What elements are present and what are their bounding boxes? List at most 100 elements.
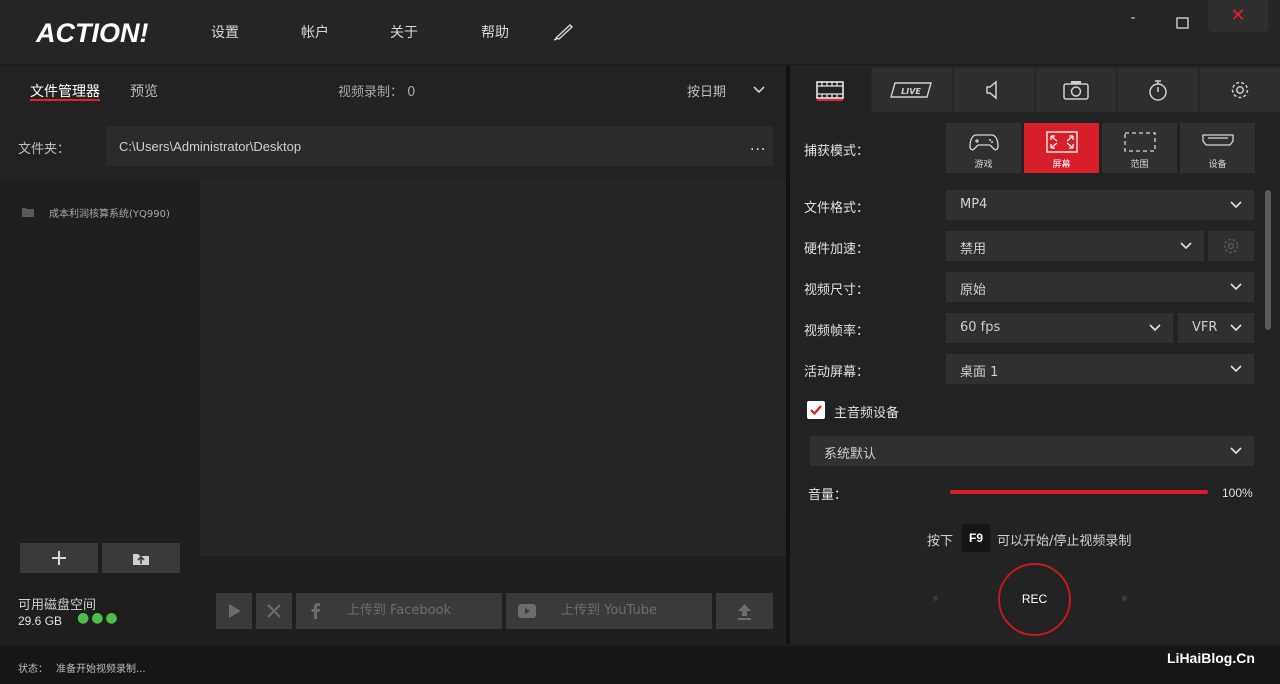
hotkey-hint-prefix: 按下 bbox=[927, 534, 954, 549]
rec-side-dot bbox=[1122, 596, 1127, 601]
gamepad-icon bbox=[969, 134, 999, 151]
frame-rate-mode-dropdown[interactable]: VFR bbox=[1178, 313, 1254, 343]
active-tab-indicator bbox=[817, 99, 843, 101]
folder-path-value: C:\Users\Administrator\Desktop bbox=[119, 139, 302, 154]
chevron-down-icon bbox=[1149, 324, 1161, 332]
facebook-icon bbox=[311, 603, 320, 619]
timer-icon bbox=[1149, 80, 1167, 101]
capture-mode-screen-label: 屏幕 bbox=[1052, 160, 1071, 170]
frame-rate-value: 60 fps bbox=[960, 320, 1001, 335]
volume-label: 音量： bbox=[808, 488, 848, 503]
video-size-value: 原始 bbox=[960, 283, 987, 298]
chevron-down-icon bbox=[1230, 283, 1242, 291]
pen-icon[interactable] bbox=[553, 22, 575, 42]
chevron-down-icon bbox=[1180, 242, 1192, 250]
title-bar bbox=[0, 0, 1280, 64]
watermark: LiHaiBlog.Cn bbox=[1167, 650, 1255, 666]
chevron-down-icon bbox=[1230, 365, 1242, 373]
delete-button[interactable] bbox=[256, 593, 292, 629]
tab-preview[interactable]: 预览 bbox=[130, 81, 158, 101]
main-audio-label: 主音频设备 bbox=[834, 406, 900, 421]
chevron-down-icon bbox=[1230, 447, 1242, 455]
chevron-down-icon[interactable] bbox=[752, 84, 766, 94]
add-folder-button[interactable] bbox=[20, 543, 98, 573]
hdmi-icon bbox=[1202, 134, 1234, 146]
browse-folder-button[interactable]: ... bbox=[750, 138, 766, 154]
video-size-label: 视频尺寸： bbox=[804, 283, 870, 298]
active-screen-label: 活动屏幕： bbox=[804, 365, 870, 380]
hw-accel-settings-button[interactable] bbox=[1208, 231, 1254, 261]
upload-facebook-button[interactable]: 上传到 Facebook bbox=[296, 593, 502, 629]
tab-video[interactable] bbox=[790, 68, 870, 112]
maximize-button[interactable] bbox=[1174, 10, 1192, 30]
capture-mode-device-label: 设备 bbox=[1208, 160, 1227, 170]
region-icon bbox=[1124, 132, 1156, 152]
tab-file-manager[interactable]: 文件管理器 bbox=[30, 81, 100, 101]
tab-audio[interactable] bbox=[954, 68, 1034, 112]
frame-rate-label: 视频帧率： bbox=[804, 324, 870, 339]
frame-rate-dropdown[interactable]: 60 fps bbox=[946, 313, 1173, 343]
audio-icon bbox=[986, 80, 997, 100]
folder-icon bbox=[22, 206, 34, 217]
tab-settings[interactable] bbox=[1200, 68, 1280, 112]
menu-account[interactable]: 帐户 bbox=[301, 22, 329, 42]
rec-side-dot bbox=[933, 596, 938, 601]
screen-capture-icon bbox=[1046, 131, 1078, 153]
file-format-label: 文件格式： bbox=[804, 201, 870, 216]
app-logo: ACTION! bbox=[36, 18, 149, 48]
volume-slider[interactable] bbox=[950, 490, 1208, 494]
youtube-icon bbox=[518, 604, 536, 618]
chevron-down-icon bbox=[1230, 201, 1242, 209]
tab-live[interactable]: LIVE bbox=[872, 68, 952, 112]
close-button[interactable]: ✕ bbox=[1208, 0, 1268, 32]
import-button[interactable] bbox=[102, 543, 180, 573]
hw-accel-dropdown[interactable]: 禁用 bbox=[946, 231, 1204, 261]
record-button[interactable]: REC bbox=[998, 563, 1071, 636]
audio-device-dropdown[interactable]: 系统默认 bbox=[810, 436, 1254, 466]
audio-device-value: 系统默认 bbox=[824, 447, 877, 462]
panel-divider bbox=[786, 66, 790, 644]
folder-label: 文件夹： bbox=[18, 142, 71, 157]
menu-help[interactable]: 帮助 bbox=[481, 22, 509, 42]
recordings-count: 视频录制： 0 bbox=[338, 85, 416, 100]
gear-icon bbox=[1231, 81, 1249, 99]
capture-mode-device[interactable]: 设备 bbox=[1180, 123, 1255, 173]
upload-youtube-label: 上传到 YouTube bbox=[561, 603, 657, 618]
main-audio-checkbox[interactable] bbox=[807, 401, 825, 419]
upload-button[interactable] bbox=[716, 593, 773, 629]
file-list-area bbox=[200, 180, 786, 556]
hotkey-hint-text: 可以开始/停止视频录制 bbox=[997, 534, 1132, 549]
scrollbar-thumb[interactable] bbox=[1265, 190, 1271, 330]
upload-facebook-label: 上传到 Facebook bbox=[346, 603, 452, 618]
tab-screenshot[interactable] bbox=[1036, 68, 1116, 112]
sort-dropdown-label[interactable]: 按日期 bbox=[687, 81, 726, 100]
tree-item[interactable]: 成本利润核算系统(YQ990) bbox=[49, 205, 170, 220]
live-icon: LIVE bbox=[890, 82, 932, 98]
active-screen-dropdown[interactable]: 桌面 1 bbox=[946, 354, 1254, 384]
hw-accel-label: 硬件加速： bbox=[804, 242, 870, 257]
capture-mode-game-label: 游戏 bbox=[974, 160, 993, 170]
capture-mode-screen[interactable]: 屏幕 bbox=[1024, 123, 1099, 173]
disk-space-value: 29.6 GB bbox=[18, 614, 63, 628]
capture-mode-game[interactable]: 游戏 bbox=[946, 123, 1021, 173]
capture-mode-region[interactable]: 范围 bbox=[1102, 123, 1177, 173]
active-screen-value: 桌面 1 bbox=[960, 365, 999, 380]
file-format-dropdown[interactable]: MP4 bbox=[946, 190, 1254, 220]
folder-tree bbox=[0, 180, 200, 644]
volume-value: 100% bbox=[1222, 486, 1253, 500]
minimize-button[interactable]: - bbox=[1124, 10, 1142, 28]
capture-mode-region-label: 范围 bbox=[1130, 160, 1149, 170]
frame-rate-mode-value: VFR bbox=[1192, 320, 1218, 335]
disk-status-indicator: ●●● bbox=[77, 610, 120, 626]
file-format-value: MP4 bbox=[960, 197, 988, 212]
chevron-down-icon bbox=[1230, 324, 1242, 332]
play-button[interactable] bbox=[216, 593, 252, 629]
menu-about[interactable]: 关于 bbox=[390, 22, 418, 42]
check-icon bbox=[810, 405, 822, 416]
capture-mode-label: 捕获模式： bbox=[804, 144, 870, 159]
upload-youtube-button[interactable]: 上传到 YouTube bbox=[506, 593, 712, 629]
tab-timer[interactable] bbox=[1118, 68, 1198, 112]
status-label: 状态： bbox=[18, 664, 48, 675]
video-size-dropdown[interactable]: 原始 bbox=[946, 272, 1254, 302]
menu-settings[interactable]: 设置 bbox=[211, 22, 239, 42]
